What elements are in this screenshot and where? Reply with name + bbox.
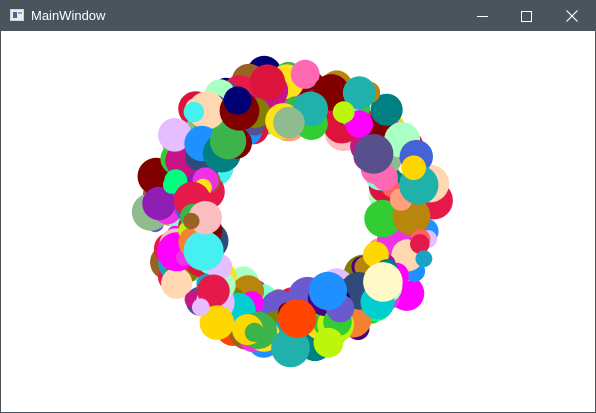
ring-circle xyxy=(363,262,403,302)
ring-circle xyxy=(353,134,394,174)
ring-circle xyxy=(192,298,210,317)
ring-circle xyxy=(410,234,430,254)
ring-circle xyxy=(223,86,252,115)
maximize-icon xyxy=(520,10,532,22)
minimize-icon xyxy=(476,11,488,22)
maximize-button[interactable] xyxy=(503,1,549,31)
ring-circle xyxy=(401,155,427,180)
ring-circle xyxy=(313,327,344,358)
ring-circle xyxy=(278,299,317,338)
ring-circle xyxy=(183,101,204,123)
circle-ring-canvas xyxy=(131,55,453,368)
minimize-button[interactable] xyxy=(459,1,505,31)
title-bar[interactable]: MainWindow xyxy=(1,1,595,31)
ring-circle xyxy=(183,230,224,271)
ring-circle xyxy=(332,101,355,124)
client-area xyxy=(1,31,595,412)
ring-circle xyxy=(273,106,305,139)
ring-circle xyxy=(183,212,200,230)
main-window: MainWindow xyxy=(0,0,596,413)
ring-circle xyxy=(244,322,264,342)
close-button[interactable] xyxy=(549,1,595,31)
ring-circle xyxy=(249,64,286,100)
window-title: MainWindow xyxy=(31,8,106,23)
close-icon xyxy=(566,10,578,22)
ring-circle xyxy=(308,271,348,311)
app-window-icon xyxy=(10,9,24,21)
ring-circle xyxy=(415,250,433,268)
